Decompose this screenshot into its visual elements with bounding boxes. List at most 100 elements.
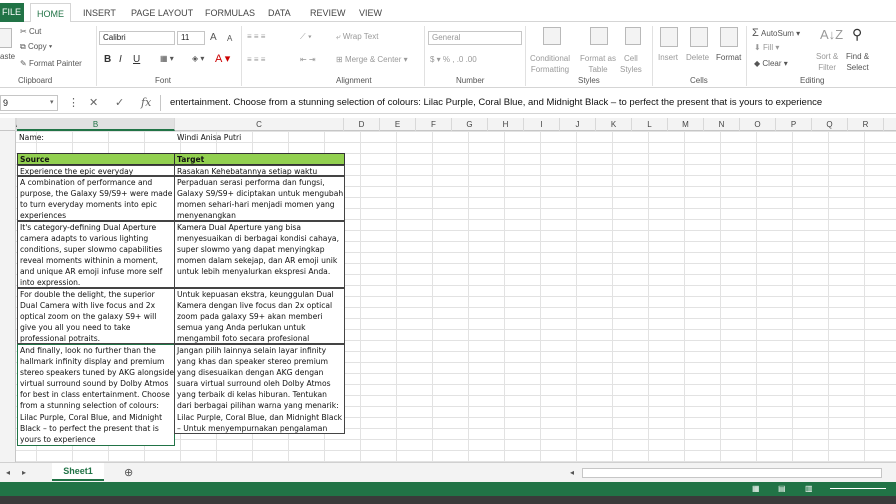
format-as-table-button[interactable]: Format as Table bbox=[580, 53, 616, 75]
align-left-icons[interactable]: ≡ ≡ ≡ bbox=[247, 55, 265, 64]
delete-cells-icon[interactable] bbox=[690, 27, 708, 47]
column-header-l[interactable]: L bbox=[632, 118, 668, 131]
tab-view[interactable]: VIEW bbox=[359, 3, 382, 23]
cell-target-5[interactable]: Jangan pilih lainnya selain layar infini… bbox=[174, 344, 345, 434]
row-headers[interactable] bbox=[0, 131, 16, 462]
tab-insert[interactable]: INSERT bbox=[83, 3, 116, 23]
sort-filter-icon[interactable]: A↓Z bbox=[820, 27, 843, 42]
insert-cells-icon[interactable] bbox=[660, 27, 678, 47]
fill-color-icon[interactable]: ◈ ▾ bbox=[192, 54, 204, 63]
find-select-button[interactable]: Find & Select bbox=[846, 51, 869, 73]
column-header-m[interactable]: M bbox=[668, 118, 704, 131]
column-header-h[interactable]: H bbox=[488, 118, 524, 131]
column-header-e[interactable]: E bbox=[380, 118, 416, 131]
column-header-g[interactable]: G bbox=[452, 118, 488, 131]
cut-button[interactable]: ✂ Cut bbox=[20, 27, 41, 36]
cell-header-target[interactable]: Target bbox=[174, 153, 345, 165]
column-header-c[interactable]: C bbox=[175, 118, 344, 131]
shrink-font-icon[interactable]: A bbox=[227, 34, 232, 43]
page-break-view-icon[interactable]: ▥ bbox=[805, 484, 813, 493]
format-as-table-icon[interactable] bbox=[590, 27, 608, 45]
horizontal-scroll-left-icon[interactable]: ◂ bbox=[570, 468, 574, 477]
worksheet-grid[interactable]: A B C D E F G H I J K L M N O P Q R Name… bbox=[0, 118, 896, 462]
column-header-j[interactable]: J bbox=[560, 118, 596, 131]
bold-button[interactable]: B bbox=[104, 54, 111, 65]
enter-icon[interactable]: ✓ bbox=[115, 96, 124, 109]
conditional-formatting-button[interactable]: Conditional Formatting bbox=[530, 53, 570, 75]
insert-cells-button[interactable]: Insert bbox=[658, 53, 678, 62]
sheet-tab-sheet1[interactable]: Sheet1 bbox=[52, 463, 104, 481]
grow-font-icon[interactable]: A bbox=[210, 32, 217, 43]
cell-source-5-active[interactable]: And finally, look no further than the ha… bbox=[17, 344, 175, 446]
borders-icon[interactable]: ▦ ▾ bbox=[160, 54, 174, 63]
orientation-icon[interactable]: ⟋ ▾ bbox=[300, 32, 312, 42]
format-cells-icon[interactable] bbox=[720, 27, 738, 47]
format-cells-button[interactable]: Format bbox=[716, 53, 741, 62]
underline-button[interactable]: U bbox=[133, 54, 140, 65]
clear-button[interactable]: ◆ Clear ▾ bbox=[754, 59, 788, 68]
delete-cells-button[interactable]: Delete bbox=[686, 53, 709, 62]
cell-target-2[interactable]: Perpaduan serasi performa dan fungsi, Ga… bbox=[174, 176, 345, 221]
cell-target-3[interactable]: Kamera Dual Aperture yang bisa menyesuai… bbox=[174, 221, 345, 288]
column-header-i[interactable]: I bbox=[524, 118, 560, 131]
fill-button[interactable]: ⬇ Fill ▾ bbox=[754, 43, 779, 52]
number-format-icons[interactable]: $ ▾ % , .0 .00 bbox=[430, 55, 477, 64]
cell-name-label[interactable]: Name: bbox=[17, 132, 175, 143]
cell-source-2[interactable]: A combination of performance and purpose… bbox=[17, 176, 175, 221]
new-sheet-icon[interactable]: ⊕ bbox=[124, 466, 133, 479]
formula-input[interactable]: entertainment. Choose from a stunning se… bbox=[160, 95, 896, 111]
column-header-n[interactable]: N bbox=[704, 118, 740, 131]
binoculars-icon[interactable]: ⚲ bbox=[852, 26, 862, 43]
cell-source-4[interactable]: For double the delight, the superior Dua… bbox=[17, 288, 175, 344]
scroll-sheets-right-icon[interactable]: ▸ bbox=[22, 468, 26, 477]
copy-button[interactable]: ⧉ Copy ▾ bbox=[20, 42, 52, 52]
format-painter-button[interactable]: ✎ Format Painter bbox=[20, 59, 82, 68]
number-format-select[interactable]: General bbox=[428, 31, 522, 45]
wrap-text-button[interactable]: ⤶ Wrap Text bbox=[336, 32, 378, 42]
cut-label: Cut bbox=[28, 27, 42, 36]
cell-target-4[interactable]: Untuk kepuasan ekstra, keunggulan Dual K… bbox=[174, 288, 345, 344]
cell-styles-icon[interactable] bbox=[625, 27, 641, 45]
column-header-p[interactable]: P bbox=[776, 118, 812, 131]
cell-source-3[interactable]: It's category-defining Dual Aperture cam… bbox=[17, 221, 175, 288]
font-name-select[interactable]: Calibri bbox=[99, 31, 175, 45]
cell-styles-button[interactable]: Cell Styles bbox=[620, 53, 642, 75]
merge-center-button[interactable]: ⊞ Merge & Center ▾ bbox=[336, 55, 408, 64]
column-header-q[interactable]: Q bbox=[812, 118, 848, 131]
page-layout-view-icon[interactable]: ▤ bbox=[778, 484, 786, 493]
zoom-slider[interactable] bbox=[830, 488, 886, 489]
tab-page-layout[interactable]: PAGE LAYOUT bbox=[131, 3, 193, 23]
column-header-k[interactable]: K bbox=[596, 118, 632, 131]
cancel-icon[interactable]: ✕ bbox=[89, 96, 98, 109]
cell-source-1[interactable]: Experience the epic everyday bbox=[17, 165, 175, 176]
tab-file[interactable]: FILE bbox=[0, 3, 24, 22]
paste-icon[interactable] bbox=[0, 28, 12, 48]
horizontal-scrollbar[interactable] bbox=[582, 468, 882, 478]
align-top-icons[interactable]: ≡ ≡ ≡ bbox=[247, 32, 265, 41]
column-header-r[interactable]: R bbox=[848, 118, 884, 131]
normal-view-icon[interactable]: ▦ bbox=[752, 484, 760, 493]
cell-name-value[interactable]: Windi Anisa Putri bbox=[175, 132, 344, 143]
font-color-icon[interactable]: A ▾ bbox=[215, 52, 230, 65]
scroll-sheets-left-icon[interactable]: ◂ bbox=[6, 468, 10, 477]
autosum-button[interactable]: Σ AutoSum ▾ bbox=[752, 27, 800, 39]
tab-data[interactable]: DATA bbox=[268, 3, 291, 23]
column-header-d[interactable]: D bbox=[344, 118, 380, 131]
name-box-dropdown-icon[interactable]: ▾ bbox=[50, 98, 54, 106]
column-header-f[interactable]: F bbox=[416, 118, 452, 131]
column-header-b[interactable]: B bbox=[17, 118, 175, 131]
column-header-o[interactable]: O bbox=[740, 118, 776, 131]
tab-formulas[interactable]: FORMULAS bbox=[205, 3, 255, 23]
font-size-select[interactable]: 11 bbox=[177, 31, 205, 45]
insert-function-icon[interactable]: fx bbox=[141, 96, 151, 109]
conditional-formatting-icon[interactable] bbox=[543, 27, 561, 45]
italic-button[interactable]: I bbox=[119, 54, 122, 65]
cell-target-1[interactable]: Rasakan Kehebatannya setiap waktu bbox=[174, 165, 345, 176]
paste-button[interactable]: aste bbox=[0, 52, 15, 61]
select-all-corner[interactable] bbox=[0, 118, 16, 131]
tab-review[interactable]: REVIEW bbox=[310, 3, 346, 23]
tab-home[interactable]: HOME bbox=[30, 3, 71, 23]
indent-icons[interactable]: ⇤ ⇥ bbox=[300, 55, 316, 64]
cell-header-source[interactable]: Source bbox=[17, 153, 175, 165]
sort-filter-button[interactable]: Sort & Filter bbox=[816, 51, 838, 73]
